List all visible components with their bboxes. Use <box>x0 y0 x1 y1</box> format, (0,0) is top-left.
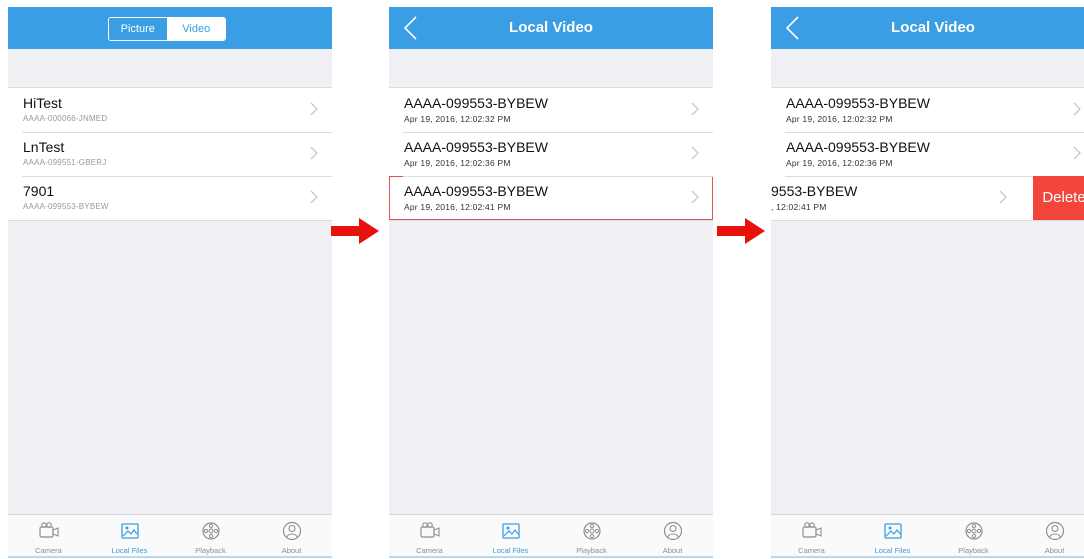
item-title: AAAA-099553-BYBEW <box>404 95 548 111</box>
tab-bar-indicator <box>8 556 332 558</box>
item-title: 7901 <box>23 183 55 199</box>
screen-local-video-swipe-delete: Local Video AAAA-099553-BYBEW Apr 19, 20… <box>771 7 1084 559</box>
item-timestamp: Apr 19, 2016, 12:02:36 PM <box>786 158 893 168</box>
tab-label: About <box>281 546 302 555</box>
tab-about[interactable]: About <box>632 515 713 559</box>
tab-playback[interactable]: Playback <box>170 515 251 559</box>
tab-about[interactable]: About <box>251 515 332 559</box>
item-title: 9553-BYBEW <box>771 183 858 199</box>
tab-bar: Camera Local Files Playback About <box>389 514 713 559</box>
list-item[interactable]: HiTest AAAA-000066-JNMED <box>8 88 332 132</box>
tab-playback[interactable]: Playback <box>933 515 1014 559</box>
right-arrow-icon <box>717 218 765 244</box>
image-icon <box>120 523 139 539</box>
tab-label: Local Files <box>492 546 529 555</box>
list-item[interactable]: AAAA-099553-BYBEW Apr 19, 2016, 12:02:36… <box>771 132 1084 176</box>
page-title: Local Video <box>891 19 975 36</box>
list-item-selected[interactable]: AAAA-099553-BYBEW Apr 19, 2016, 12:02:41… <box>389 176 713 220</box>
tab-bar: Camera Local Files Playback About <box>8 514 332 559</box>
image-icon <box>501 523 520 539</box>
tab-label: Playback <box>195 546 226 555</box>
item-title: AAAA-099553-BYBEW <box>786 95 930 111</box>
navigation-bar: Local Video <box>771 7 1084 49</box>
list-item-swiped[interactable]: 9553-BYBEW , 12:02:41 PM Delete <box>771 176 1084 220</box>
chevron-right-icon <box>310 190 318 204</box>
screen-local-video: Local Video AAAA-099553-BYBEW Apr 19, 20… <box>389 7 713 559</box>
image-icon <box>883 523 902 539</box>
navigation-bar: Picture Video <box>8 7 332 49</box>
item-timestamp: Apr 19, 2016, 12:02:41 PM <box>404 202 511 212</box>
segment-video[interactable]: Video <box>167 18 225 40</box>
picture-video-segmented-control[interactable]: Picture Video <box>108 17 226 41</box>
chevron-right-icon <box>691 146 699 160</box>
tab-camera[interactable]: Camera <box>389 515 470 559</box>
tab-label: Playback <box>576 546 607 555</box>
item-subtitle: AAAA-000066-JNMED <box>23 114 108 123</box>
tab-playback[interactable]: Playback <box>551 515 632 559</box>
tab-label: About <box>662 546 683 555</box>
item-title: LnTest <box>23 139 65 155</box>
tab-label: About <box>1044 546 1065 555</box>
film-reel-icon <box>964 522 983 540</box>
page-title: Local Video <box>509 19 593 36</box>
segment-picture[interactable]: Picture <box>109 18 168 40</box>
person-icon <box>663 521 682 541</box>
video-camera-icon <box>38 522 59 538</box>
chevron-right-icon <box>310 102 318 116</box>
chevron-right-icon <box>691 190 699 204</box>
item-subtitle: AAAA-099551-GBERJ <box>23 158 107 167</box>
screen-local-files: Picture Video HiTest AAAA-000066-JNMED L… <box>8 7 332 559</box>
video-list: AAAA-099553-BYBEW Apr 19, 2016, 12:02:32… <box>771 87 1084 221</box>
list-item[interactable]: AAAA-099553-BYBEW Apr 19, 2016, 12:02:32… <box>389 88 713 132</box>
chevron-right-icon <box>1073 146 1081 160</box>
item-timestamp: Apr 19, 2016, 12:02:36 PM <box>404 158 511 168</box>
item-title: HiTest <box>23 95 62 111</box>
item-timestamp: , 12:02:41 PM <box>771 202 827 212</box>
person-icon <box>282 521 301 541</box>
tab-bar-indicator <box>389 556 713 558</box>
tab-bar: Camera Local Files Playback About <box>771 514 1084 559</box>
tab-about[interactable]: About <box>1014 515 1084 559</box>
list-item[interactable]: 7901 AAAA-099553-BYBEW <box>8 176 332 220</box>
video-camera-icon <box>801 522 822 538</box>
tab-label: Local Files <box>111 546 148 555</box>
right-arrow-icon <box>331 218 379 244</box>
film-reel-icon <box>201 522 220 540</box>
navigation-bar: Local Video <box>389 7 713 49</box>
chevron-right-icon <box>1073 102 1081 116</box>
item-subtitle: AAAA-099553-BYBEW <box>23 202 109 211</box>
chevron-right-icon <box>999 190 1007 204</box>
item-title: AAAA-099553-BYBEW <box>786 139 930 155</box>
tab-local-files[interactable]: Local Files <box>470 515 551 559</box>
list-item[interactable]: AAAA-099553-BYBEW Apr 19, 2016, 12:02:36… <box>389 132 713 176</box>
film-reel-icon <box>582 522 601 540</box>
tab-label: Camera <box>416 546 443 555</box>
tab-label: Camera <box>798 546 825 555</box>
item-timestamp: Apr 19, 2016, 12:02:32 PM <box>786 114 893 124</box>
person-icon <box>1045 521 1064 541</box>
tab-label: Playback <box>958 546 989 555</box>
chevron-right-icon <box>691 102 699 116</box>
list-item[interactable]: LnTest AAAA-099551-GBERJ <box>8 132 332 176</box>
tab-label: Local Files <box>874 546 911 555</box>
tab-label: Camera <box>35 546 62 555</box>
tab-bar-indicator <box>771 556 1084 558</box>
chevron-right-icon <box>310 146 318 160</box>
delete-button[interactable]: Delete <box>1033 176 1084 220</box>
device-list: HiTest AAAA-000066-JNMED LnTest AAAA-099… <box>8 87 332 221</box>
tab-local-files[interactable]: Local Files <box>89 515 170 559</box>
item-timestamp: Apr 19, 2016, 12:02:32 PM <box>404 114 511 124</box>
video-camera-icon <box>419 522 440 538</box>
video-list: AAAA-099553-BYBEW Apr 19, 2016, 12:02:32… <box>389 87 713 221</box>
item-title: AAAA-099553-BYBEW <box>404 139 548 155</box>
tab-camera[interactable]: Camera <box>8 515 89 559</box>
item-title: AAAA-099553-BYBEW <box>404 183 548 199</box>
list-item[interactable]: AAAA-099553-BYBEW Apr 19, 2016, 12:02:32… <box>771 88 1084 132</box>
tab-camera[interactable]: Camera <box>771 515 852 559</box>
tab-local-files[interactable]: Local Files <box>852 515 933 559</box>
